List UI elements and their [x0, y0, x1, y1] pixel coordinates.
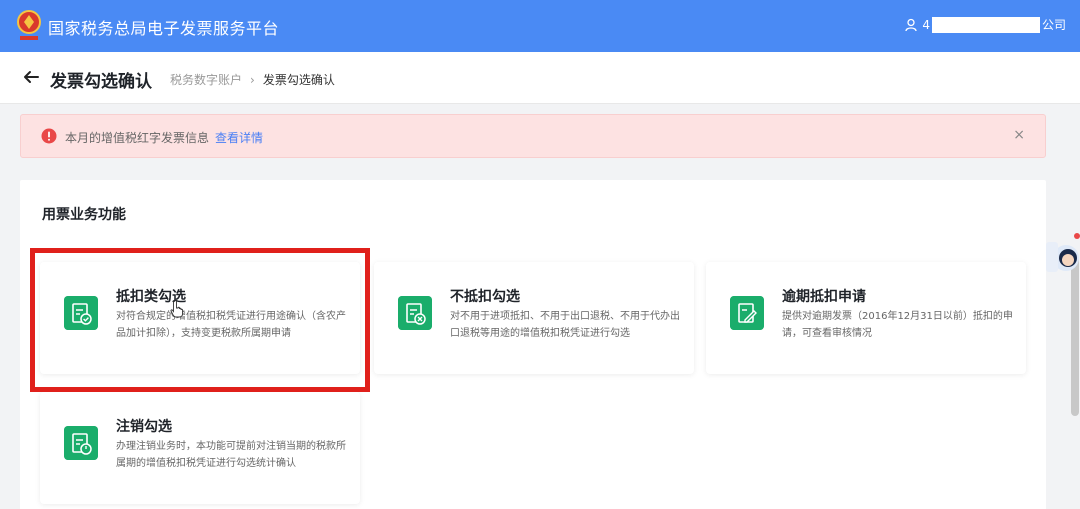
user-icon: [905, 18, 917, 31]
card-overdue-deduction-application[interactable]: 逾期抵扣申请 提供对逾期发票（2016年12月31日以前）抵扣的申请，可查看审核…: [706, 262, 1026, 374]
tax-emblem-logo: [17, 10, 41, 40]
user-company-suffix: 公司: [1041, 18, 1066, 32]
back-arrow-icon[interactable]: [22, 68, 40, 86]
breadcrumb-separator-icon: ›: [250, 72, 255, 87]
user-name-redacted: [931, 16, 1040, 33]
business-functions-panel: 用票业务功能 抵扣类勾选 对符合规定的增值税扣税凭证进行用途确认（含农产品加计扣…: [20, 180, 1046, 509]
edit-document-icon: [730, 296, 764, 330]
card-title: 逾期抵扣申请: [782, 289, 866, 305]
assistant-avatar-icon[interactable]: [1044, 232, 1080, 280]
top-bar: 国家税务总局电子发票服务平台 4 公司: [0, 0, 1080, 52]
hand-cursor-icon: [170, 300, 183, 318]
red-invoice-alert: 本月的增值税红字发票信息 查看详情 ×: [20, 114, 1046, 158]
card-title: 注销勾选: [116, 419, 172, 435]
alert-text: 本月的增值税红字发票信息: [65, 131, 210, 145]
scrollbar-thumb[interactable]: [1071, 256, 1079, 416]
user-menu[interactable]: 4 公司: [904, 16, 1066, 33]
card-non-deductible-selection[interactable]: 不抵扣勾选 对不用于进项抵扣、不用于出口退税、不用于代办出口退税等用途的增值税扣…: [374, 262, 694, 374]
close-icon[interactable]: ×: [1013, 127, 1025, 143]
card-description: 对不用于进项抵扣、不用于出口退税、不用于代办出口退税等用途的增值税扣税凭证进行勾…: [450, 311, 680, 339]
card-description: 办理注销业务时，本功能可提前对注销当期的税款所属期的增值税扣税凭证进行勾选统计确…: [116, 441, 346, 469]
app-title: 国家税务总局电子发票服务平台: [48, 19, 280, 38]
check-document-icon: [64, 296, 98, 330]
section-title: 用票业务功能: [42, 207, 126, 223]
breadcrumb-item-tax-account[interactable]: 税务数字账户: [170, 71, 242, 88]
card-cancellation-selection[interactable]: 注销勾选 办理注销业务时，本功能可提前对注销当期的税款所属期的增值税扣税凭证进行…: [40, 392, 360, 504]
card-description: 对符合规定的增值税扣税凭证进行用途确认（含农产品加计扣除），支持变更税款所属期申…: [116, 311, 346, 339]
error-icon: [41, 128, 57, 144]
card-deductible-selection[interactable]: 抵扣类勾选 对符合规定的增值税扣税凭证进行用途确认（含农产品加计扣除），支持变更…: [40, 262, 360, 374]
page-title: 发票勾选确认: [50, 72, 152, 92]
view-details-link[interactable]: 查看详情: [215, 131, 263, 145]
page-header: 发票勾选确认 税务数字账户 › 发票勾选确认: [0, 52, 1080, 104]
page-scrollbar[interactable]: [1070, 104, 1080, 509]
card-title: 不抵扣勾选: [450, 289, 520, 305]
alert-message: 本月的增值税红字发票信息 查看详情: [65, 129, 263, 146]
card-description: 提供对逾期发票（2016年12月31日以前）抵扣的申请，可查看审核情况: [782, 311, 1013, 339]
user-name-prefix: 4: [922, 17, 930, 32]
breadcrumb: 税务数字账户 › 发票勾选确认: [170, 71, 335, 88]
cross-document-icon: [398, 296, 432, 330]
power-document-icon: [64, 426, 98, 460]
breadcrumb-item-current: 发票勾选确认: [262, 73, 335, 87]
